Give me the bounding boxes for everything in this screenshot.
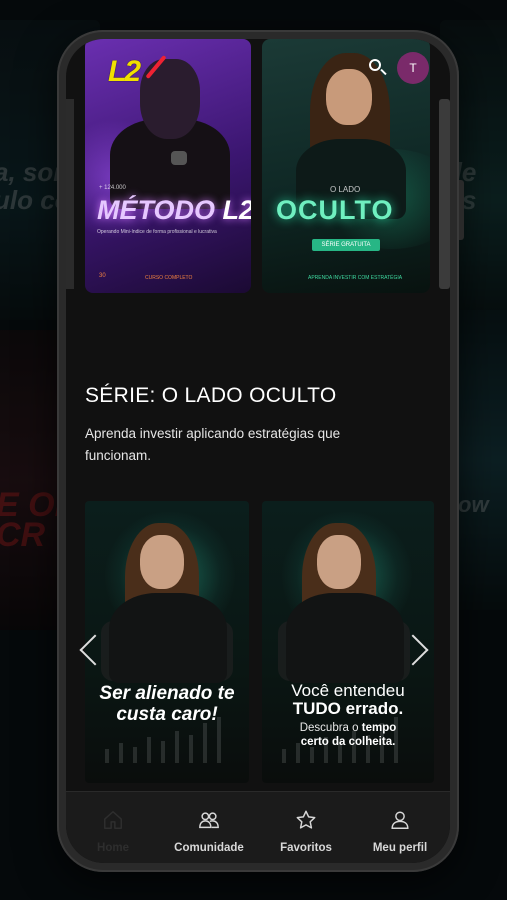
- phone-frame: + 124.000 MÉTODO L2 Operando Mini-índice…: [57, 30, 464, 872]
- card-caption-line: Você entendeu: [291, 681, 405, 700]
- card-caption: Ser alienado te custa caro!: [99, 683, 235, 725]
- nav-label: Meu perfil: [372, 842, 428, 854]
- poster-title: OCULTO: [276, 195, 394, 225]
- user-icon: [391, 811, 409, 829]
- phone-side-button: [459, 180, 464, 240]
- nav-item-profile[interactable]: Meu perfil: [364, 792, 436, 863]
- person-body: [286, 593, 404, 683]
- nav-item-home[interactable]: Home: [78, 792, 148, 863]
- person-face: [317, 535, 361, 589]
- star-icon: [296, 810, 316, 829]
- poster-edge: [66, 99, 74, 289]
- search-icon[interactable]: [367, 57, 389, 79]
- search-icon-handle: [380, 68, 387, 76]
- poster-subtitle: Operando Mini-índice de forma profission…: [97, 229, 217, 235]
- logo-text: L2: [108, 55, 141, 88]
- person-face: [140, 535, 184, 589]
- avatar[interactable]: T: [397, 52, 429, 84]
- nav-item-community[interactable]: Comunidade: [164, 792, 254, 863]
- bottom-navigation: Home Comunidade Favoritos Meu perfil: [66, 791, 450, 863]
- app-logo[interactable]: L2: [108, 51, 168, 91]
- home-icon: [104, 811, 122, 829]
- card-caption-line: TUDO errado.: [292, 699, 404, 718]
- poster-title-accent: L2: [222, 195, 251, 225]
- person-face: [326, 69, 372, 125]
- poster-count: + 124.000: [99, 185, 126, 191]
- poster-edge: [439, 99, 450, 289]
- poster-foot-text: CURSO COMPLETO: [145, 275, 193, 281]
- card-caption-detail: Descubra o tempo certo da colheita.: [262, 721, 434, 749]
- carousel-next-icon[interactable]: [406, 631, 428, 671]
- search-icon-ring: [369, 59, 381, 71]
- nav-label: Comunidade: [174, 842, 244, 854]
- community-icon: [199, 812, 219, 829]
- person-body: [109, 593, 227, 683]
- nav-item-favorites[interactable]: Favoritos: [271, 792, 341, 863]
- logo-slash-mark: [145, 54, 167, 80]
- card-caption-bold: certo da colheita.: [300, 736, 396, 748]
- nav-label: Favoritos: [280, 842, 332, 854]
- carousel-prev-icon[interactable]: [78, 631, 100, 671]
- watch-image: [171, 151, 187, 165]
- poster-pretitle: O LADO: [330, 185, 361, 194]
- poster-foot-number: 30: [99, 273, 106, 279]
- episode-card[interactable]: Ser alienado te custa caro!: [85, 501, 249, 783]
- section-title: SÉRIE: O LADO OCULTO: [85, 384, 337, 407]
- nav-label: Home: [97, 842, 129, 854]
- card-caption-text: Descubra o: [299, 722, 362, 734]
- section-description: Aprenda investir aplicando estratégias q…: [85, 426, 341, 463]
- poster-badge: SÉRIE GRATUITA: [312, 239, 380, 251]
- app-screen: + 124.000 MÉTODO L2 Operando Mini-índice…: [66, 39, 450, 863]
- card-caption-bold: tempo: [361, 722, 397, 734]
- poster-foot-text: APRENDA INVESTIR COM ESTRATÉGIA: [308, 275, 403, 281]
- poster-title: MÉTODO L2: [97, 195, 251, 226]
- poster-title-main: MÉTODO: [97, 195, 223, 225]
